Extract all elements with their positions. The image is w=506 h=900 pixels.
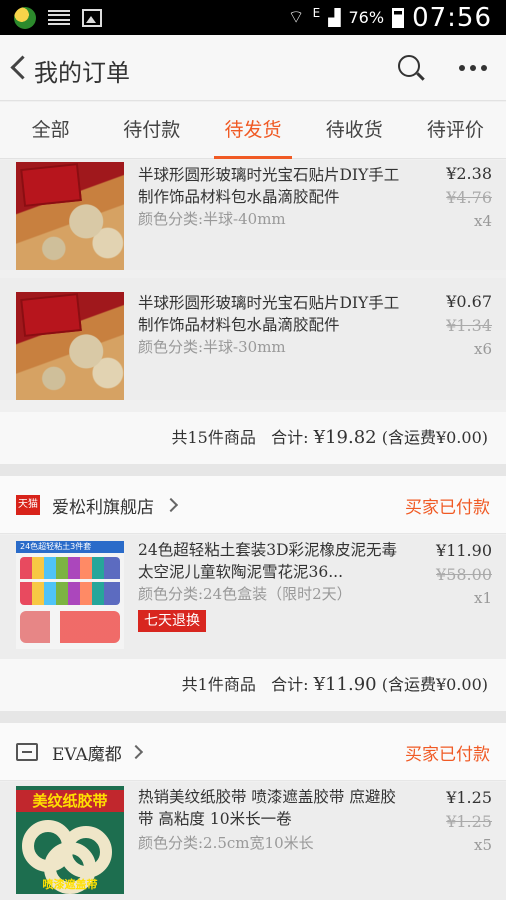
- shop-header[interactable]: EVA魔都 买家已付款: [0, 723, 506, 781]
- image-notification-icon: [82, 8, 102, 27]
- store-icon: [16, 743, 38, 761]
- order-item[interactable]: 半球形圆形玻璃时光宝石贴片DIY手工制作饰品材料包水晶滴胶配件 颜色分类:半球-…: [0, 160, 506, 270]
- product-original-price: ¥4.76: [446, 188, 492, 207]
- order-list: 半球形圆形玻璃时光宝石贴片DIY手工制作饰品材料包水晶滴胶配件 颜色分类:半球-…: [0, 160, 506, 900]
- battery-percent: 76%: [348, 8, 385, 27]
- product-price: ¥0.67: [446, 292, 492, 311]
- thumbnail-banner: 美纹纸胶带: [16, 790, 124, 812]
- chevron-right-icon[interactable]: [163, 497, 179, 513]
- tmall-icon: 天猫: [16, 495, 40, 515]
- total-label: 合计:: [271, 428, 309, 447]
- order-summary: 共15件商品 合计: ¥19.82 (含运费¥0.00): [0, 412, 506, 464]
- menu-notification-icon: [48, 9, 70, 26]
- product-variant: 颜色分类:24色盒装（限时2天）: [138, 585, 352, 603]
- app-header: 我的订单: [0, 35, 506, 101]
- order-item[interactable]: 半球形圆形玻璃时光宝石贴片DIY手工制作饰品材料包水晶滴胶配件 颜色分类:半球-…: [0, 278, 506, 400]
- order-divider: [0, 464, 506, 476]
- product-price: ¥1.25: [446, 788, 492, 807]
- wifi-icon: ⌔: [287, 7, 305, 28]
- app-notification-icon: [14, 6, 36, 29]
- total-label: 合计:: [271, 675, 309, 694]
- order-total: ¥11.90: [313, 674, 377, 695]
- product-quantity: x1: [473, 589, 492, 607]
- product-variant: 颜色分类:半球-40mm: [138, 210, 286, 228]
- product-variant: 颜色分类:半球-30mm: [138, 338, 286, 356]
- order-item[interactable]: 美纹纸胶带 喷漆遮盖带 热销美纹纸胶带 喷漆遮盖胶带 庶避胶带 高粘度 10米长…: [0, 782, 506, 900]
- return-policy-badge: 七天退换: [138, 610, 206, 632]
- product-thumbnail[interactable]: 24色超轻粘土3件套: [16, 541, 124, 649]
- item-count: 共15件商品: [171, 428, 256, 447]
- battery-icon: [392, 7, 405, 28]
- signal-icon: ▟: [328, 8, 341, 27]
- product-quantity: x6: [473, 340, 492, 358]
- product-name: 热销美纹纸胶带 喷漆遮盖胶带 庶避胶带 高粘度 10米长一卷: [138, 788, 396, 828]
- product-name: 24色超轻粘土套装3D彩泥橡皮泥无毒太空泥儿童软陶泥雪花泥36...: [138, 541, 398, 581]
- tab-pending-payment[interactable]: 待付款: [101, 102, 202, 158]
- tab-pending-review[interactable]: 待评价: [405, 102, 506, 158]
- order-status: 买家已付款: [405, 745, 490, 765]
- order-item[interactable]: 24色超轻粘土3件套 24色超轻粘土套装3D彩泥橡皮泥无毒太空泥儿童软陶泥雪花泥…: [0, 535, 506, 659]
- tab-all[interactable]: 全部: [0, 102, 101, 158]
- tab-pending-receipt[interactable]: 待收货: [304, 102, 405, 158]
- back-arrow-icon[interactable]: [8, 53, 32, 83]
- order-status: 买家已付款: [405, 498, 490, 518]
- product-name: 半球形圆形玻璃时光宝石贴片DIY手工制作饰品材料包水晶滴胶配件: [138, 294, 400, 334]
- page-title: 我的订单: [34, 59, 130, 87]
- product-original-price: ¥1.25: [446, 812, 492, 831]
- tab-pending-shipment[interactable]: 待发货: [202, 102, 303, 159]
- shop-name[interactable]: EVA魔都: [52, 740, 122, 765]
- product-thumbnail[interactable]: [16, 292, 124, 400]
- product-price: ¥11.90: [436, 541, 492, 560]
- product-quantity: x4: [473, 212, 492, 230]
- search-icon[interactable]: [398, 55, 426, 83]
- status-bar: ⌔ E ▟ 76% 07:56: [0, 0, 506, 35]
- product-variant: 颜色分类:2.5cm宽10米长: [138, 834, 314, 852]
- clock: 07:56: [412, 2, 492, 33]
- item-count: 共1件商品: [181, 675, 256, 694]
- thumbnail-footer: 喷漆遮盖带: [42, 878, 98, 891]
- shipping-fee: (含运费¥0.00): [381, 675, 488, 694]
- product-thumbnail[interactable]: [16, 162, 124, 270]
- order-divider: [0, 711, 506, 723]
- order-total: ¥19.82: [313, 427, 377, 448]
- order-summary: 共1件商品 合计: ¥11.90 (含运费¥0.00): [0, 659, 506, 711]
- clay-tools-image: [20, 611, 120, 643]
- shop-name[interactable]: 爱松利旗舰店: [52, 493, 154, 518]
- product-thumbnail[interactable]: 美纹纸胶带 喷漆遮盖带: [16, 786, 124, 894]
- thumbnail-header: 24色超轻粘土3件套: [16, 541, 124, 553]
- chevron-right-icon[interactable]: [128, 744, 144, 760]
- network-type: E: [312, 5, 321, 20]
- more-icon[interactable]: [459, 65, 487, 73]
- order-tabs: 全部 待付款 待发货 待收货 待评价: [0, 102, 506, 159]
- product-quantity: x5: [473, 836, 492, 854]
- shipping-fee: (含运费¥0.00): [381, 428, 488, 447]
- shop-header[interactable]: 天猫 爱松利旗舰店 买家已付款: [0, 476, 506, 534]
- clay-colors-image: [20, 557, 120, 605]
- product-name: 半球形圆形玻璃时光宝石贴片DIY手工制作饰品材料包水晶滴胶配件: [138, 166, 400, 206]
- product-original-price: ¥58.00: [436, 565, 492, 584]
- product-original-price: ¥1.34: [446, 316, 492, 335]
- product-price: ¥2.38: [446, 164, 492, 183]
